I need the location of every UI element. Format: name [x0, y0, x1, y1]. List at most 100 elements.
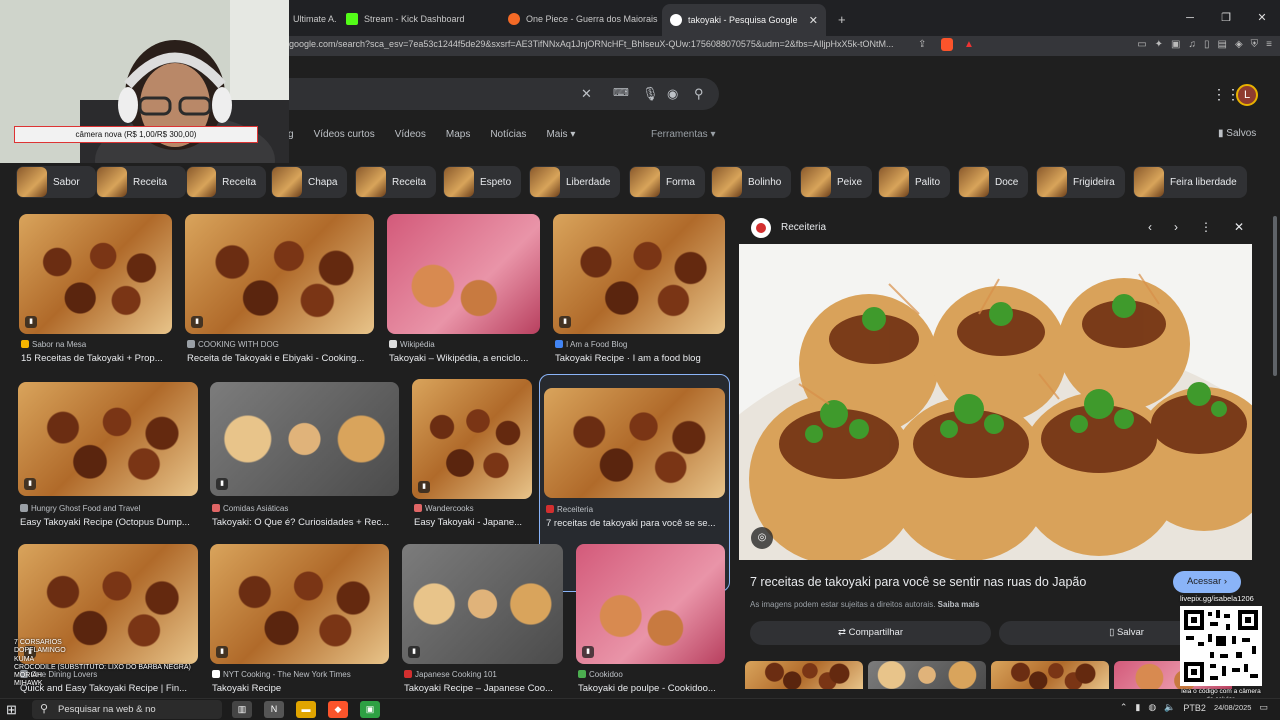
minimize-button[interactable]: ─: [1172, 0, 1208, 36]
mic-icon[interactable]: 🎙: [642, 86, 659, 102]
filter-more[interactable]: Mais ▾: [546, 129, 575, 140]
result-title[interactable]: Takoyaki Recipe – Japanese Coo...: [404, 683, 562, 694]
visit-button[interactable]: Acessar ›: [1173, 571, 1241, 593]
chip-receita-a[interactable]: Receita: [96, 166, 186, 198]
cast-icon[interactable]: ▭: [1137, 39, 1146, 50]
tab-one-piece[interactable]: One Piece - Guerra dos Maiorais (38...: [500, 6, 660, 32]
saved-button[interactable]: ▮ Salvos: [1218, 128, 1256, 139]
volume-icon[interactable]: 🔈: [1164, 702, 1175, 713]
chevron-up-icon[interactable]: ⌃: [1120, 702, 1128, 713]
tools-button[interactable]: Ferramentas ▾: [651, 129, 715, 140]
search-icon[interactable]: ⚲: [694, 86, 704, 102]
brave-rewards-icon[interactable]: ▲: [964, 39, 974, 50]
tab-ultimate[interactable]: Ultimate A...: [285, 6, 337, 32]
preview-image[interactable]: ◎: [739, 244, 1252, 560]
windows-start-icon[interactable]: ⊞: [6, 702, 17, 718]
chevron-right-icon[interactable]: ›: [1174, 220, 1178, 234]
result-card[interactable]: ▮ COOKING WITH DOG Receita de Takoyaki e…: [185, 214, 374, 364]
result-image[interactable]: ▮: [412, 379, 532, 499]
keyboard-icon[interactable]: ⌨: [613, 86, 629, 99]
related-image[interactable]: [991, 661, 1109, 689]
result-card[interactable]: ▮ Japanese Cooking 101 Takoyaki Recipe –…: [402, 544, 563, 694]
clear-search-icon[interactable]: ✕: [581, 86, 592, 102]
filter-videos[interactable]: Vídeos: [395, 129, 426, 140]
panel-source[interactable]: Receiteria: [781, 222, 826, 233]
chevron-left-icon[interactable]: ‹: [1148, 220, 1152, 234]
result-image[interactable]: [544, 388, 725, 498]
more-options-icon[interactable]: ⋮: [1200, 220, 1212, 234]
chip-feira-liberdade[interactable]: Feira liberdade: [1133, 166, 1247, 198]
result-card[interactable]: ▮ Wandercooks Easy Takoyaki - Japane...: [412, 379, 532, 532]
close-window-button[interactable]: ✕: [1244, 0, 1280, 36]
related-image[interactable]: [745, 661, 863, 689]
app-icon[interactable]: ▣: [360, 701, 380, 718]
chip-doce[interactable]: Doce: [958, 166, 1029, 198]
screenshot-icon[interactable]: ▣: [1171, 39, 1180, 50]
result-card[interactable]: ▮ I Am a Food Blog Takoyaki Recipe · I a…: [553, 214, 725, 364]
chip-frigideira[interactable]: Frigideira: [1036, 166, 1125, 198]
panel-title[interactable]: 7 receitas de takoyaki para você se sent…: [750, 575, 1086, 589]
result-card[interactable]: Wikipédia Takoyaki – Wikipédia, a encicl…: [387, 214, 540, 364]
share-button[interactable]: ⇄ Compartilhar: [750, 621, 991, 645]
result-card[interactable]: ▮ Sabor na Mesa 15 Receitas de Takoyaki …: [19, 214, 172, 364]
result-card[interactable]: ▮ NYT Cooking - The New York Times Takoy…: [210, 544, 389, 694]
filter-news[interactable]: Notícias: [490, 129, 526, 140]
result-image[interactable]: ▮: [553, 214, 725, 334]
tab-kick-dashboard[interactable]: Stream - Kick Dashboard: [338, 6, 498, 32]
result-title[interactable]: Easy Takoyaki - Japane...: [414, 517, 532, 528]
chip-palito[interactable]: Palito: [878, 166, 951, 198]
result-title[interactable]: Takoyaki Recipe: [212, 683, 388, 694]
result-title[interactable]: Takoyaki Recipe · I am a food blog: [555, 353, 725, 364]
network-icon[interactable]: ◍: [1148, 702, 1156, 713]
result-image[interactable]: [387, 214, 540, 334]
result-card-selected[interactable]: Receiteria 7 receitas de takoyaki para v…: [544, 388, 726, 533]
lens-search-icon[interactable]: ◎: [751, 527, 773, 549]
filter-maps[interactable]: Maps: [446, 129, 470, 140]
tab-google-search[interactable]: takoyaki - Pesquisa Google ✕: [662, 4, 826, 36]
new-tab-button[interactable]: +: [830, 6, 850, 32]
chip-forma[interactable]: Forma: [629, 166, 705, 198]
account-avatar[interactable]: L: [1236, 84, 1258, 106]
chip-espeto[interactable]: Espeto: [443, 166, 522, 198]
chip-liberdade[interactable]: Liberdade: [529, 166, 621, 198]
result-card[interactable]: ▮ Hungry Ghost Food and Travel Easy Tako…: [18, 382, 198, 532]
close-tab-icon[interactable]: ✕: [809, 14, 818, 27]
menu-icon[interactable]: ≡: [1266, 39, 1272, 50]
language-indicator[interactable]: PTB2: [1183, 703, 1206, 713]
sidebar-icon[interactable]: ▯: [1204, 39, 1210, 50]
chip-receita-b[interactable]: Receita: [186, 166, 266, 198]
result-title[interactable]: Takoyaki de poulpe - Cookidoo...: [578, 683, 724, 694]
filter-short-videos[interactable]: Vídeos curtos: [314, 129, 375, 140]
result-image[interactable]: ▮: [19, 214, 172, 334]
result-card[interactable]: ▮ Comidas Asiáticas Takoyaki: O Que é? C…: [210, 382, 399, 532]
related-image[interactable]: [868, 661, 986, 689]
file-explorer-icon[interactable]: ▬: [296, 701, 316, 718]
notion-icon[interactable]: N: [264, 701, 284, 718]
result-image[interactable]: ▮: [210, 544, 389, 664]
result-image[interactable]: ▮: [18, 382, 198, 496]
chip-peixe[interactable]: Peixe: [800, 166, 873, 198]
taskbar-search[interactable]: ⚲ Pesquisar na web & no: [32, 700, 222, 719]
chip-receita[interactable]: Receita: [355, 166, 436, 198]
clock[interactable]: 24/08/2025: [1214, 703, 1252, 712]
chip-bolinho[interactable]: Bolinho: [711, 166, 792, 198]
chip-sabor[interactable]: Sabor: [16, 166, 96, 198]
puzzle-icon[interactable]: ✦: [1155, 39, 1163, 50]
scrollbar[interactable]: [1273, 216, 1277, 376]
result-title[interactable]: Takoyaki: O Que é? Curiosidades + Rec...: [212, 517, 398, 528]
shield-icon[interactable]: ⛨: [1251, 39, 1259, 50]
result-title[interactable]: Easy Takoyaki Recipe (Octopus Dump...: [20, 517, 198, 528]
share-icon[interactable]: ⇪: [918, 39, 926, 50]
url-field[interactable]: google.com/search?sca_esv=7ea53c1244f5de…: [289, 39, 909, 49]
close-icon[interactable]: ✕: [1234, 220, 1244, 234]
task-view-icon[interactable]: ▥: [232, 701, 252, 718]
chip-chapa[interactable]: Chapa: [271, 166, 348, 198]
result-title[interactable]: Receita de Takoyaki e Ebiyaki - Cooking.…: [187, 353, 373, 364]
result-image[interactable]: ▮: [185, 214, 374, 334]
vpn-icon[interactable]: ◈: [1235, 39, 1243, 50]
result-title[interactable]: Takoyaki – Wikipédia, a enciclo...: [389, 353, 539, 364]
result-image[interactable]: ▮: [576, 544, 725, 664]
result-title[interactable]: 15 Receitas de Takoyaki + Prop...: [21, 353, 171, 364]
result-image[interactable]: ▮: [210, 382, 399, 496]
search-box[interactable]: ✕ ⌨ 🎙 ◉ ⚲: [289, 78, 719, 110]
